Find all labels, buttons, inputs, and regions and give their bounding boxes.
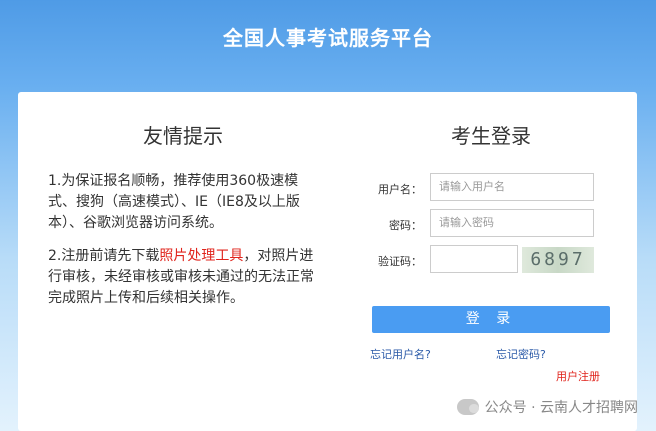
username-input[interactable]: 请输入用户名 [430,173,594,201]
tip-item-1: 1.为保证报名顺畅，推荐使用360极速模式、搜狗（高速模式）、IE（IE8及以上… [48,173,300,231]
password-row: 密码： 请输入密码 [366,209,616,239]
password-input[interactable]: 请输入密码 [430,209,594,237]
username-row: 用户名： 请输入用户名 [366,173,616,203]
forgot-username-link[interactable]: 忘记用户名? [370,346,431,362]
main-panel: 友情提示 1.为保证报名顺畅，推荐使用360极速模式、搜狗（高速模式）、IE（I… [18,92,637,431]
tips-section: 友情提示 1.为保证报名顺畅，推荐使用360极速模式、搜狗（高速模式）、IE（I… [48,120,318,321]
captcha-input[interactable] [430,245,518,273]
username-label: 用户名： [378,183,422,196]
watermark-text: 公众号 · 云南人才招聘网 [484,400,638,416]
captcha-image[interactable]: 6897 [522,247,594,273]
login-title: 考生登录 [451,124,531,148]
register-link[interactable]: 用户注册 [556,368,600,384]
tip-item-2-text-before: 2.注册前请先下载 [48,248,160,264]
password-label: 密码： [389,219,422,232]
photo-tool-link[interactable]: 照片处理工具 [159,248,243,264]
tip-item-2: 2.注册前请先下载照片处理工具，对照片进行审核，未经审核或审核未通过的无法正常完… [48,246,318,309]
login-form: 考生登录 用户名： 请输入用户名 密码： 请输入密码 验证码： 6897 登 录… [366,120,616,383]
tips-title: 友情提示 [143,124,223,148]
page-title: 全国人事考试服务平台 [223,26,433,50]
captcha-row: 验证码： 6897 [366,245,616,275]
captcha-label: 验证码： [378,255,422,268]
forgot-password-link[interactable]: 忘记密码? [496,346,546,362]
login-button[interactable]: 登 录 [372,306,610,333]
wechat-icon [456,399,479,415]
watermark: 公众号 · 云南人才招聘网 [456,397,638,417]
